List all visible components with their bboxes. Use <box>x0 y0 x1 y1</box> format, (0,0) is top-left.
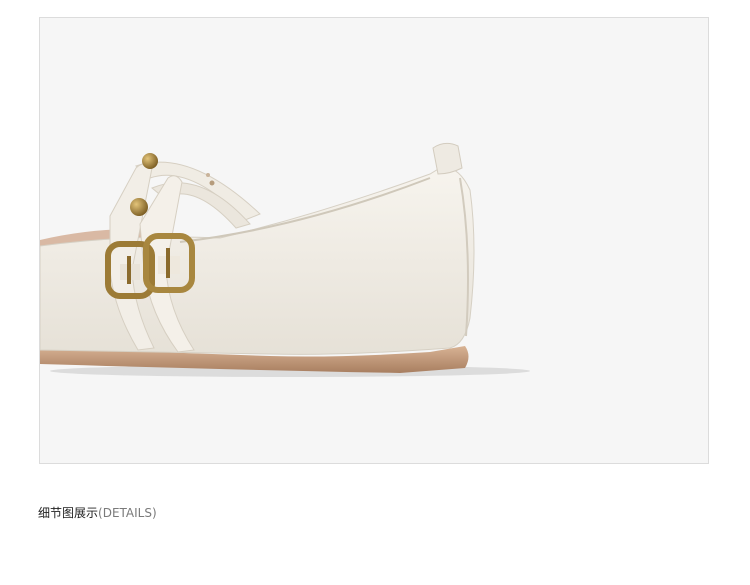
product-detail-photo <box>39 17 709 464</box>
shoe-illustration <box>40 142 530 377</box>
heel-tab <box>432 142 463 175</box>
caption-english-label: (DETAILS) <box>98 506 157 520</box>
gold-stud <box>142 153 158 169</box>
caption-chinese-label: 细节图展示 <box>38 506 99 520</box>
gold-stud <box>130 198 148 216</box>
strap-hole <box>209 180 215 186</box>
details-caption: 细节图展示(DETAILS) <box>38 503 157 523</box>
strap-hole <box>206 173 210 177</box>
